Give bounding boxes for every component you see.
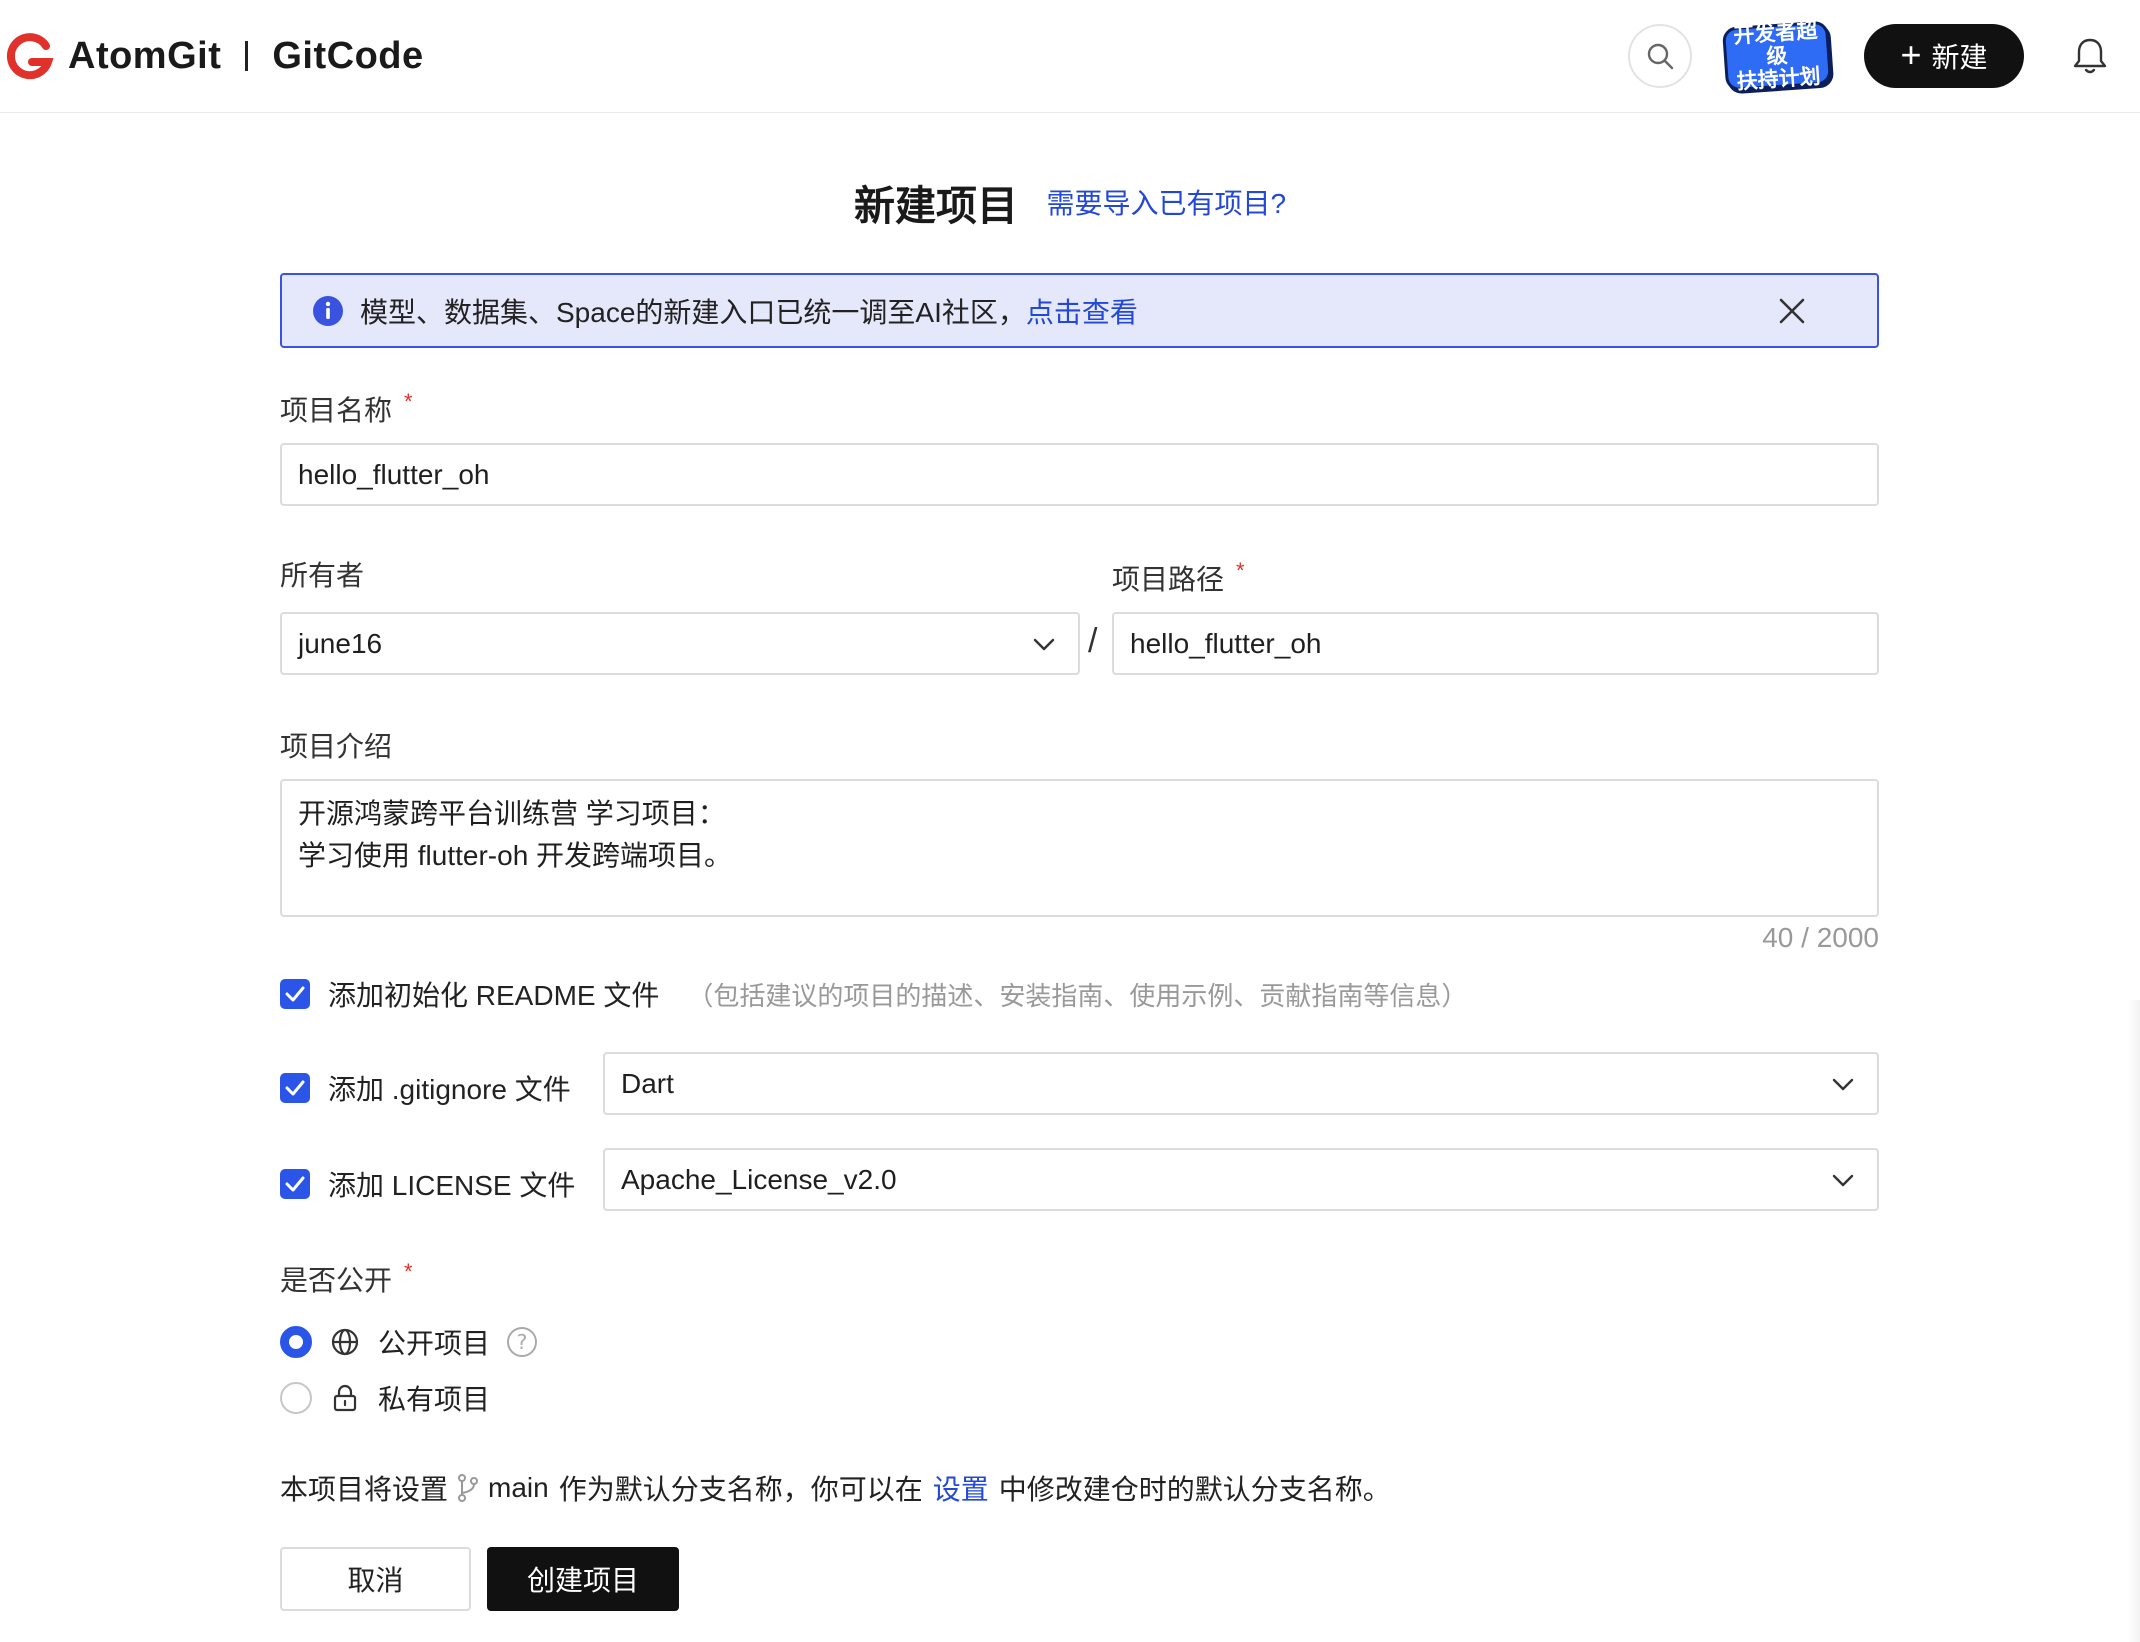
gitignore-checkbox[interactable] [280,1073,310,1103]
chevron-down-icon [1033,638,1055,651]
readme-label: 添加初始化 README 文件 [328,980,660,1011]
search-button[interactable] [1628,24,1692,88]
project-intro-textarea[interactable]: 开源鸿蒙跨平台训练营 学习项目： 学习使用 flutter-oh 开发跨端项目。 [280,779,1879,917]
top-navigation-bar: AtomGit GitCode 开发者超级 扶持计划 + 新建 [0,0,2140,113]
readme-checkbox[interactable] [280,979,310,1009]
project-intro-label: 项目介绍 [280,725,392,765]
search-icon [1647,43,1674,70]
project-name-label-text: 项目名称 [280,395,393,426]
notice-view-link[interactable]: 点击查看 [1026,291,1138,331]
project-path-input[interactable]: hello_flutter_oh [1112,612,1879,675]
owner-value: june16 [298,627,383,659]
git-branch-icon [458,1474,479,1502]
help-question-icon[interactable]: ? [506,1326,538,1358]
private-label: 私有项目 [378,1384,491,1415]
side-panel-edge [2128,1000,2140,1642]
license-select[interactable]: Apache_License_v2.0 [603,1148,1879,1211]
promo-line-1: 开发者超级 [1732,18,1819,69]
notification-bell-icon[interactable] [2070,34,2110,76]
public-radio[interactable] [280,1326,312,1358]
gitignore-template-value: Dart [621,1067,674,1099]
page-title: 新建项目 [853,183,1018,229]
project-path-label-text: 项目路径 [1112,564,1225,595]
lock-icon [333,1384,357,1412]
visibility-label: 是否公开 * [280,1259,413,1299]
branch-note-suffix: 中修改建仓时的默认分支名称。 [998,1474,1391,1505]
owner-label-text: 所有者 [280,560,365,591]
atomgit-logo-icon [6,33,54,80]
globe-icon [331,1328,359,1356]
gitignore-option-row: 添加 .gitignore 文件 [280,1068,571,1108]
visibility-private-option[interactable]: 私有项目 [280,1378,490,1418]
ai-community-notice-banner: 模型、数据集、Space的新建入口已统一调至AI社区， 点击查看 [280,273,1879,348]
developer-support-promo-badge[interactable]: 开发者超级 扶持计划 [1721,18,1833,93]
brand-gitcode: GitCode [272,34,424,77]
project-intro-label-text: 项目介绍 [280,731,393,762]
default-branch-name: main [488,1472,549,1503]
public-label: 公开项目 [378,1328,491,1359]
required-mark: * [1236,558,1245,583]
license-checkbox[interactable] [280,1169,310,1199]
new-button[interactable]: + 新建 [1864,24,2024,88]
default-branch-note: 本项目将设置 main 作为默认分支名称，你可以在 设置 中修改建仓时的默认分支… [280,1468,1391,1508]
license-value: Apache_License_v2.0 [621,1163,897,1195]
checkmark-icon [285,1080,305,1096]
chevron-down-icon [1832,1078,1854,1091]
readme-hint: （包括建议的项目的描述、安装指南、使用示例、贡献指南等信息） [687,980,1468,1011]
svg-text:?: ? [517,1330,528,1354]
project-path-value: hello_flutter_oh [1130,627,1322,659]
branch-note-prefix: 本项目将设置 [280,1474,449,1505]
license-option-row: 添加 LICENSE 文件 [280,1164,575,1204]
visibility-public-option[interactable]: 公开项目 ? [280,1322,538,1362]
readme-option-row: 添加初始化 README 文件 （包括建议的项目的描述、安装指南、使用示例、贡献… [280,974,1467,1014]
license-label: 添加 LICENSE 文件 [328,1170,576,1201]
plus-icon: + [1900,33,1922,75]
create-project-button[interactable]: 创建项目 [487,1547,679,1611]
required-mark: * [404,1259,413,1284]
info-icon [313,295,343,326]
intro-line-2: 学习使用 flutter-oh 开发跨端项目。 [298,840,733,871]
intro-line-1: 开源鸿蒙跨平台训练营 学习项目： [298,798,726,829]
page-title-row: 新建项目 需要导入已有项目? [0,172,2140,232]
chevron-down-icon [1832,1174,1854,1187]
required-mark: * [404,389,413,414]
gitignore-label: 添加 .gitignore 文件 [328,1074,571,1105]
branch-note-middle: 作为默认分支名称，你可以在 [558,1474,923,1505]
owner-select[interactable]: june16 [280,612,1080,675]
project-path-label: 项目路径 * [1112,558,1245,598]
visibility-label-text: 是否公开 [280,1265,393,1296]
project-name-input[interactable]: hello_flutter_oh [280,443,1879,506]
project-name-label: 项目名称 * [280,389,413,429]
checkmark-icon [285,1176,305,1192]
site-logo[interactable]: AtomGit GitCode [6,29,424,83]
branch-settings-link[interactable]: 设置 [933,1468,989,1508]
gitignore-template-select[interactable]: Dart [603,1052,1879,1115]
intro-char-counter: 40 / 2000 [1762,922,1879,953]
brand-atomgit: AtomGit [68,34,222,77]
path-separator: / [1088,622,1098,660]
brand-divider [245,41,249,71]
new-button-label: 新建 [1931,42,1988,73]
private-radio[interactable] [280,1382,312,1414]
close-icon[interactable] [1777,296,1807,326]
cancel-button[interactable]: 取消 [280,1547,471,1611]
owner-label: 所有者 [280,554,364,594]
import-existing-project-link[interactable]: 需要导入已有项目? [1046,188,1286,219]
checkmark-icon [285,986,305,1002]
notice-text: 模型、数据集、Space的新建入口已统一调至AI社区， [360,296,1026,328]
project-name-value: hello_flutter_oh [298,458,490,490]
